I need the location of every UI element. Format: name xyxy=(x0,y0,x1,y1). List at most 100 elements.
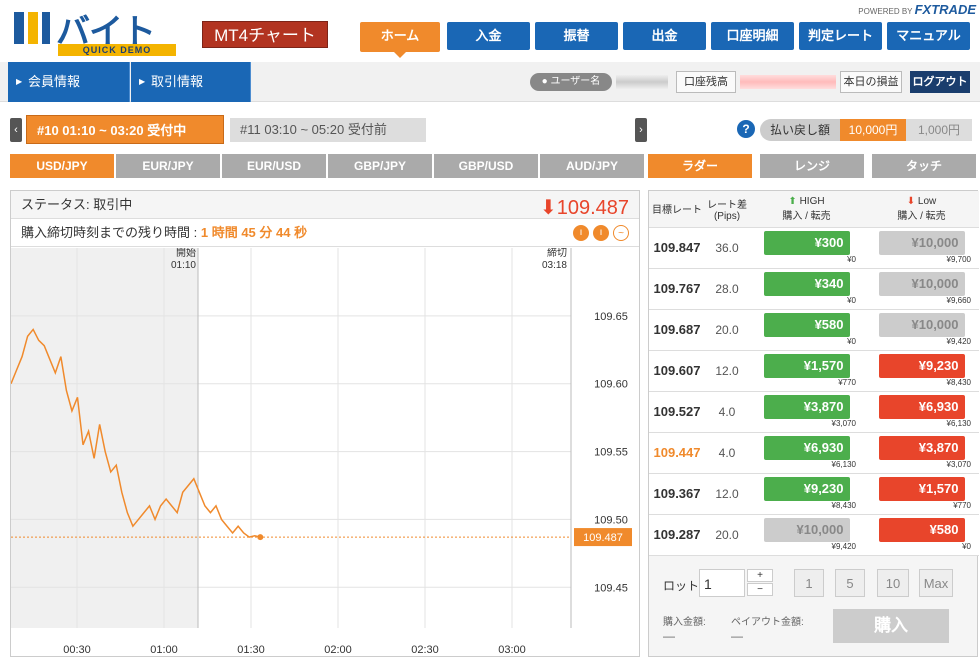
high-cell: ¥3,870 ¥3,070 xyxy=(749,391,864,433)
username-value xyxy=(616,75,668,89)
nav-home[interactable]: ホーム xyxy=(360,22,440,58)
username-badge: ● ユーザー名 xyxy=(530,73,612,91)
low-buy-button[interactable]: ¥10,000 xyxy=(878,231,965,255)
high-buy-button[interactable]: ¥6,930 xyxy=(763,436,850,460)
low-resell: ¥0 xyxy=(962,542,971,551)
pair-tab-audjpy[interactable]: AUD/JPY xyxy=(540,154,644,178)
pair-tab-eurjpy[interactable]: EUR/JPY xyxy=(116,154,220,178)
high-buy-button[interactable]: ¥10,000 xyxy=(763,518,850,542)
chart-panel: ステータス: 取引中 ⬇109.487 購入締切時刻までの残り時間 : 1 時間… xyxy=(10,190,640,657)
pips-diff: 4.0 xyxy=(705,391,749,433)
chart-type-icon[interactable]: ı xyxy=(573,225,589,241)
target-rate: 109.527 xyxy=(649,391,705,433)
next-round-icon[interactable]: › xyxy=(635,118,647,142)
high-buy-button[interactable]: ¥1,570 xyxy=(763,354,850,378)
y-tick-label: 109.50 xyxy=(594,514,628,526)
target-rate: 109.607 xyxy=(649,350,705,392)
qty-5-button[interactable]: 5 xyxy=(835,569,865,597)
payout-value: — xyxy=(731,629,743,643)
low-cell: ¥10,000 ¥9,660 xyxy=(864,268,979,310)
current-price: ⬇109.487 xyxy=(539,197,629,219)
mode-tab-range[interactable]: レンジ xyxy=(760,154,864,178)
target-rate: 109.447 xyxy=(649,432,705,474)
x-tick-label: 02:00 xyxy=(324,644,352,656)
mt4-chart-button[interactable]: MT4チャート xyxy=(202,21,328,48)
low-buy-button[interactable]: ¥1,570 xyxy=(878,477,965,501)
nav-statement[interactable]: 口座明細 xyxy=(711,22,794,50)
up-arrow-icon: ⬆ xyxy=(788,195,797,207)
pips-diff: 28.0 xyxy=(705,268,749,310)
low-cell: ¥1,570 ¥770 xyxy=(864,473,979,515)
low-resell: ¥770 xyxy=(953,501,971,510)
down-arrow-icon: ⬇ xyxy=(906,195,916,207)
low-buy-button[interactable]: ¥9,230 xyxy=(878,354,965,378)
pre-round-area xyxy=(11,248,198,628)
high-buy-button[interactable]: ¥300 xyxy=(763,231,850,255)
nav-deposit[interactable]: 入金 xyxy=(447,22,530,50)
low-buy-button[interactable]: ¥10,000 xyxy=(878,313,965,337)
high-resell: ¥770 xyxy=(838,378,856,387)
payout-label: ペイアウト金額: xyxy=(731,617,804,628)
high-buy-button[interactable]: ¥3,870 xyxy=(763,395,850,419)
trade-info-tab[interactable]: 取引情報 xyxy=(131,62,251,102)
high-buy-button[interactable]: ¥580 xyxy=(763,313,850,337)
qty-max-button[interactable]: Max xyxy=(919,569,953,597)
refund-label: 払い戻し額 xyxy=(760,119,840,141)
high-resell: ¥3,070 xyxy=(831,419,856,428)
x-tick-label: 03:00 xyxy=(498,644,526,656)
high-cell: ¥9,230 ¥8,430 xyxy=(749,473,864,515)
high-buy-button[interactable]: ¥340 xyxy=(763,272,850,296)
refund-1000[interactable]: 1,000円 xyxy=(906,119,972,141)
logout-button[interactable]: ログアウト xyxy=(910,71,970,93)
pair-tab-usdjpy[interactable]: USD/JPY xyxy=(10,154,114,178)
ladder-row: 109.367 12.0 ¥9,230 ¥8,430 ¥1,570 ¥770 xyxy=(649,473,979,515)
pair-tab-gbpjpy[interactable]: GBP/JPY xyxy=(328,154,432,178)
logo[interactable]: バイトレ QUICK DEMO xyxy=(12,4,182,101)
candle-icon[interactable]: ı xyxy=(593,225,609,241)
buy-button[interactable]: 購入 xyxy=(833,609,949,643)
low-resell: ¥3,070 xyxy=(946,460,971,469)
low-buy-button[interactable]: ¥10,000 xyxy=(878,272,965,296)
high-buy-button[interactable]: ¥9,230 xyxy=(763,477,850,501)
header-pips: レート差 (Pips) xyxy=(705,191,749,228)
pair-tab-eurusd[interactable]: EUR/USD xyxy=(222,154,326,178)
low-cell: ¥580 ¥0 xyxy=(864,514,979,556)
prev-round-icon[interactable]: ‹ xyxy=(10,118,22,142)
nav-withdraw[interactable]: 出金 xyxy=(623,22,706,50)
high-resell: ¥0 xyxy=(847,296,856,305)
nav-manual[interactable]: マニュアル xyxy=(887,22,970,50)
lot-minus-button[interactable]: − xyxy=(747,583,773,596)
ladder-row: 109.687 20.0 ¥580 ¥0 ¥10,000 ¥9,420 xyxy=(649,309,979,351)
refund-10000[interactable]: 10,000円 xyxy=(840,119,906,141)
low-buy-button[interactable]: ¥580 xyxy=(878,518,965,542)
high-resell: ¥6,130 xyxy=(831,460,856,469)
nav-rate[interactable]: 判定レート xyxy=(799,22,882,50)
low-buy-button[interactable]: ¥3,870 xyxy=(878,436,965,460)
y-tick-label: 109.65 xyxy=(594,311,628,323)
x-tick-label: 01:30 xyxy=(237,644,265,656)
pnl-label: 本日の損益 xyxy=(840,71,902,93)
pair-tab-gbpusd[interactable]: GBP/USD xyxy=(434,154,538,178)
nav-transfer[interactable]: 振替 xyxy=(535,22,618,50)
header-low: ⬇ Low 購入 / 転売 xyxy=(864,191,979,228)
mode-tab-touch[interactable]: タッチ xyxy=(872,154,976,178)
lot-label: ロット xyxy=(663,579,700,593)
pips-diff: 4.0 xyxy=(705,432,749,474)
line-chart-icon[interactable]: ~ xyxy=(613,225,629,241)
target-rate: 109.287 xyxy=(649,514,705,556)
round-next[interactable]: #11 03:10 ~ 05:20 受付前 xyxy=(230,118,426,142)
lot-plus-button[interactable]: + xyxy=(747,569,773,582)
low-buy-button[interactable]: ¥6,930 xyxy=(878,395,965,419)
round-current[interactable]: #10 01:10 ~ 03:20 受付中 xyxy=(26,115,224,144)
qty-1-button[interactable]: 1 xyxy=(794,569,824,597)
price-chart[interactable]: 00:30 01:00 01:30 02:00 02:30 03:00 109.65 109.… xyxy=(11,248,639,657)
lot-input[interactable]: 1 xyxy=(699,569,745,597)
balance-label: 口座残高 xyxy=(676,71,736,93)
mode-tab-ladder[interactable]: ラダー xyxy=(648,154,752,178)
help-icon[interactable]: ? xyxy=(737,120,755,138)
high-resell: ¥9,420 xyxy=(831,542,856,551)
member-info-tab[interactable]: 会員情報 xyxy=(8,62,130,102)
qty-10-button[interactable]: 10 xyxy=(877,569,909,597)
pips-diff: 12.0 xyxy=(705,350,749,392)
ladder-row: 109.847 36.0 ¥300 ¥0 ¥10,000 ¥9,700 xyxy=(649,227,979,269)
